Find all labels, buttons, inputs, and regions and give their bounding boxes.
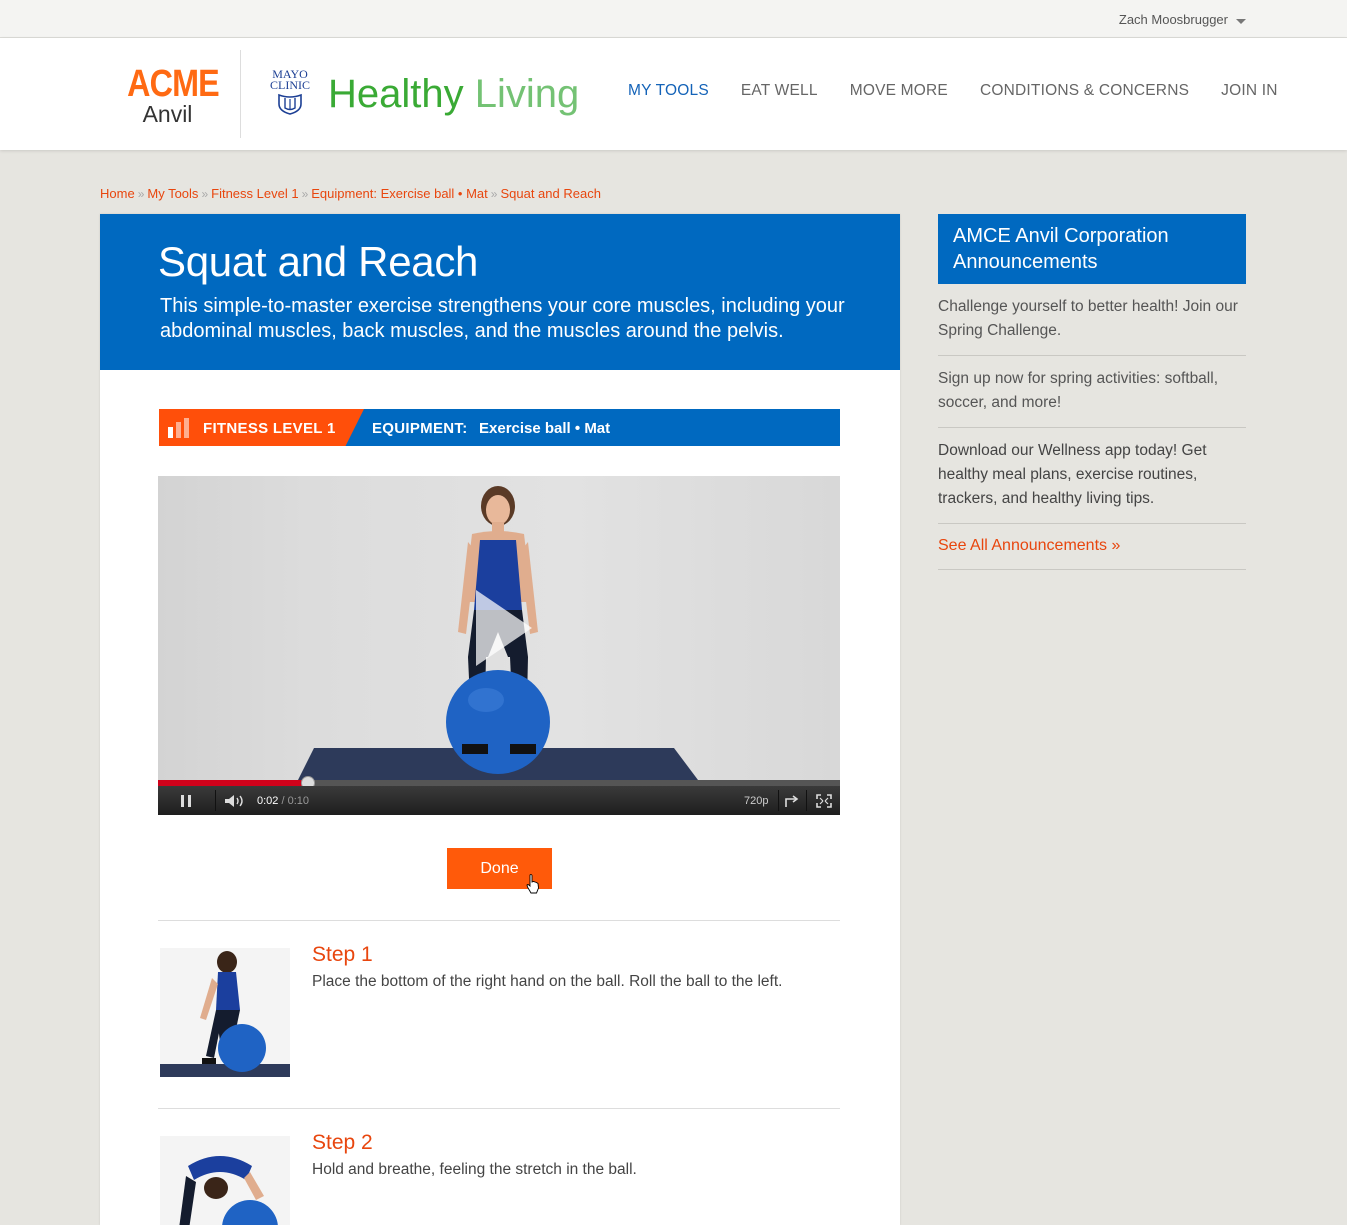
- announcements-sidebar: AMCE Anvil Corporation Announcements Cha…: [938, 214, 1246, 570]
- acme-logo[interactable]: ACME Anvil: [120, 63, 220, 127]
- control-divider: [806, 790, 807, 811]
- video-controls: 0:02 / 0:10 720p: [158, 786, 840, 815]
- play-icon[interactable]: [474, 588, 534, 668]
- nav-conditions-concerns[interactable]: CONDITIONS & CONCERNS: [980, 82, 1189, 100]
- video-current-time: 0:02: [257, 795, 279, 807]
- healthy-word: Healthy: [328, 72, 464, 116]
- section-divider: [158, 1108, 840, 1109]
- user-menu[interactable]: Zach Moosbrugger: [1119, 12, 1246, 27]
- site-header: ACME Anvil MAYO CLINIC Healthy Living MY…: [0, 38, 1347, 150]
- section-divider: [158, 920, 840, 921]
- acme-logo-bottom: Anvil: [142, 101, 193, 127]
- exercise-description: This simple-to-master exercise strengthe…: [160, 295, 845, 342]
- pointer-cursor-icon: [526, 874, 539, 894]
- acme-logo-top: ACME: [127, 63, 220, 105]
- video-time: 0:02 / 0:10: [257, 795, 309, 807]
- double-chevron-right-icon: »: [1111, 537, 1121, 554]
- breadcrumb-separator: »: [201, 187, 209, 201]
- step-1-image: [160, 948, 290, 1077]
- fullscreen-icon: [816, 793, 832, 808]
- see-all-announcements-link[interactable]: See All Announcements »: [938, 524, 1246, 570]
- header-divider: [240, 50, 241, 138]
- see-all-label: See All Announcements: [938, 537, 1108, 554]
- video-total-time: / 0:10: [281, 795, 310, 807]
- page-title: Squat and Reach: [158, 238, 479, 285]
- level-equipment-bar: FITNESS LEVEL 1 EQUIPMENT: Exercise ball…: [159, 409, 840, 446]
- step-thumbnail: [160, 948, 290, 1077]
- equipment-label: EQUIPMENT:: [372, 420, 468, 437]
- volume-button[interactable]: [222, 786, 248, 815]
- control-divider: [215, 790, 216, 811]
- breadcrumb-current[interactable]: Squat and Reach: [500, 186, 600, 201]
- popout-icon: [785, 794, 799, 807]
- mayo-clinic-logo: MAYO CLINIC: [266, 68, 314, 115]
- pause-icon: [181, 794, 191, 807]
- video-player[interactable]: 0:02 / 0:10 720p: [158, 476, 840, 815]
- breadcrumb-separator: »: [137, 187, 145, 201]
- equipment-value: Exercise ball • Mat: [479, 420, 611, 437]
- nav-move-more[interactable]: MOVE MORE: [850, 82, 948, 100]
- step-text: Place the bottom of the right hand on th…: [312, 973, 783, 990]
- step-text: Hold and breathe, feeling the stretch in…: [312, 1161, 637, 1178]
- main-nav: MY TOOLS EAT WELL MOVE MORE CONDITIONS &…: [628, 82, 1278, 100]
- announcement-item[interactable]: Download our Wellness app today! Get hea…: [938, 428, 1246, 524]
- step-title: Step 1: [312, 943, 373, 966]
- fitness-level-label: FITNESS LEVEL 1: [203, 420, 336, 437]
- fullscreen-button[interactable]: [813, 786, 835, 815]
- level-bars-icon: [168, 418, 189, 438]
- exercise-panel: Squat and Reach This simple-to-master ex…: [100, 214, 900, 1225]
- mayo-line2: CLINIC: [270, 78, 310, 92]
- breadcrumb-home[interactable]: Home: [100, 186, 135, 201]
- volume-icon: [225, 794, 243, 807]
- nav-eat-well[interactable]: EAT WELL: [741, 82, 818, 100]
- nav-join-in[interactable]: JOIN IN: [1221, 82, 1278, 100]
- user-name: Zach Moosbrugger: [1118, 12, 1228, 27]
- exercise-hero: Squat and Reach This simple-to-master ex…: [100, 214, 900, 370]
- chevron-down-icon: [1236, 18, 1246, 24]
- mayo-shield-icon: [278, 93, 302, 115]
- breadcrumb: Home» My Tools» Fitness Level 1» Equipment:…: [100, 186, 601, 201]
- breadcrumb-equipment[interactable]: Equipment: Exercise ball • Mat: [311, 186, 488, 201]
- step-thumbnail: [160, 1136, 290, 1225]
- living-word: Living: [474, 72, 580, 116]
- healthy-living-logo[interactable]: Healthy Living: [328, 72, 579, 116]
- announcement-item[interactable]: Challenge yourself to better health! Joi…: [938, 284, 1246, 356]
- step-2-image: [160, 1136, 290, 1225]
- step-title: Step 2: [312, 1131, 373, 1154]
- popout-button[interactable]: [782, 786, 802, 815]
- breadcrumb-separator: »: [301, 187, 309, 201]
- breadcrumb-my-tools[interactable]: My Tools: [147, 186, 198, 201]
- quality-button[interactable]: 720p: [744, 795, 768, 807]
- announcement-item[interactable]: Sign up now for spring activities: softb…: [938, 356, 1246, 428]
- nav-my-tools[interactable]: MY TOOLS: [628, 82, 709, 100]
- breadcrumb-fitness-level[interactable]: Fitness Level 1: [211, 186, 298, 201]
- fitness-level-badge: FITNESS LEVEL 1: [159, 409, 364, 446]
- breadcrumb-separator: »: [490, 187, 498, 201]
- pause-button[interactable]: [174, 786, 198, 815]
- user-bar: Zach Moosbrugger: [0, 0, 1347, 38]
- announcements-title: AMCE Anvil Corporation Announcements: [938, 214, 1246, 284]
- control-divider: [778, 790, 779, 811]
